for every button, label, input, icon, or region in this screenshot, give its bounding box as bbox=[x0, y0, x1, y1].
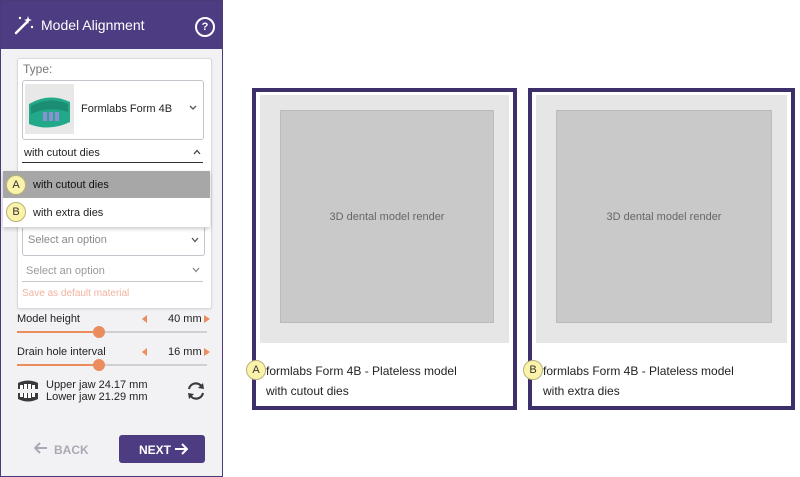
slider-knob[interactable] bbox=[93, 359, 105, 371]
back-button-label: BACK bbox=[54, 443, 89, 457]
model-height-label: Model height bbox=[17, 313, 80, 325]
chevron-down-icon[interactable] bbox=[189, 104, 197, 112]
dental-model-image: 3D dental model render bbox=[556, 110, 772, 323]
secondary-select[interactable]: Select an option bbox=[22, 259, 203, 282]
badge-b: B bbox=[6, 202, 26, 222]
upper-jaw-text: Upper jaw 24.17 mm bbox=[46, 379, 148, 391]
secondary-select-placeholder: Select an option bbox=[26, 265, 105, 277]
next-button[interactable]: NEXT bbox=[119, 435, 205, 463]
chevron-down-icon[interactable] bbox=[191, 237, 199, 243]
figure-badge-b: B bbox=[523, 360, 543, 380]
panel-header: Model Alignment ? bbox=[1, 1, 222, 49]
save-as-default-link[interactable]: Save as default material bbox=[22, 288, 129, 299]
variant-select[interactable]: with cutout dies bbox=[22, 144, 203, 163]
printer-model-thumbnail bbox=[25, 84, 74, 134]
figure-badge-a: A bbox=[246, 360, 266, 380]
increase-arrow-icon[interactable] bbox=[204, 315, 210, 323]
figure-caption-line1: formlabs Form 4B - Plateless model bbox=[543, 364, 734, 378]
slider-fill bbox=[17, 364, 99, 366]
swap-jaws-icon[interactable] bbox=[185, 380, 207, 402]
figure-caption-line2: with extra dies bbox=[543, 384, 620, 398]
magic-wand-icon bbox=[14, 16, 34, 35]
badge-a: A bbox=[6, 175, 26, 195]
model-height-slider[interactable] bbox=[17, 326, 207, 338]
model-render-cutout-dies: 3D dental model render bbox=[260, 95, 509, 343]
figure-caption-line1: formlabs Form 4B - Plateless model bbox=[266, 364, 457, 378]
decrease-arrow-icon[interactable] bbox=[142, 348, 148, 356]
increase-arrow-icon[interactable] bbox=[204, 348, 210, 356]
dropdown-option-label: with extra dies bbox=[33, 207, 104, 219]
model-height-value: 40 mm bbox=[168, 313, 202, 325]
dropdown-option-label: with cutout dies bbox=[33, 179, 109, 191]
arrow-right-icon bbox=[175, 443, 188, 455]
material-select-placeholder: Select an option bbox=[28, 234, 107, 246]
dropdown-option-extra-dies[interactable]: with extra dies bbox=[3, 199, 210, 226]
panel-title: Model Alignment bbox=[41, 17, 145, 33]
figure-caption-line2: with cutout dies bbox=[266, 384, 349, 398]
arrow-left-icon bbox=[34, 442, 47, 454]
slider-fill bbox=[17, 331, 99, 333]
dental-model-image: 3D dental model render bbox=[280, 110, 494, 323]
decrease-arrow-icon[interactable] bbox=[142, 315, 148, 323]
back-button[interactable]: BACK bbox=[34, 441, 94, 459]
printer-name: Formlabs Form 4B bbox=[81, 103, 173, 115]
help-icon[interactable]: ? bbox=[195, 17, 215, 37]
teeth-icon bbox=[18, 380, 38, 402]
lower-jaw-text: Lower jaw 21.29 mm bbox=[46, 391, 148, 403]
dropdown-option-cutout-dies[interactable]: with cutout dies bbox=[3, 171, 210, 198]
drain-hole-slider[interactable] bbox=[17, 359, 207, 371]
chevron-up-icon[interactable] bbox=[193, 149, 201, 155]
slider-knob[interactable] bbox=[93, 326, 105, 338]
next-button-label: NEXT bbox=[139, 443, 172, 457]
figure-cutout-dies: 3D dental model render A formlabs Form 4… bbox=[246, 88, 517, 410]
variant-select-value: with cutout dies bbox=[24, 147, 100, 159]
drain-hole-label: Drain hole interval bbox=[17, 346, 106, 358]
type-label: Type: bbox=[23, 62, 53, 76]
model-render-extra-dies: 3D dental model render bbox=[536, 95, 787, 343]
drain-hole-value: 16 mm bbox=[168, 346, 202, 358]
variant-dropdown-list: with cutout dies with extra dies bbox=[3, 171, 210, 227]
material-select[interactable]: Select an option bbox=[22, 228, 205, 256]
chevron-down-icon[interactable] bbox=[192, 267, 200, 273]
figure-extra-dies: 3D dental model render B formlabs Form 4… bbox=[523, 88, 795, 410]
